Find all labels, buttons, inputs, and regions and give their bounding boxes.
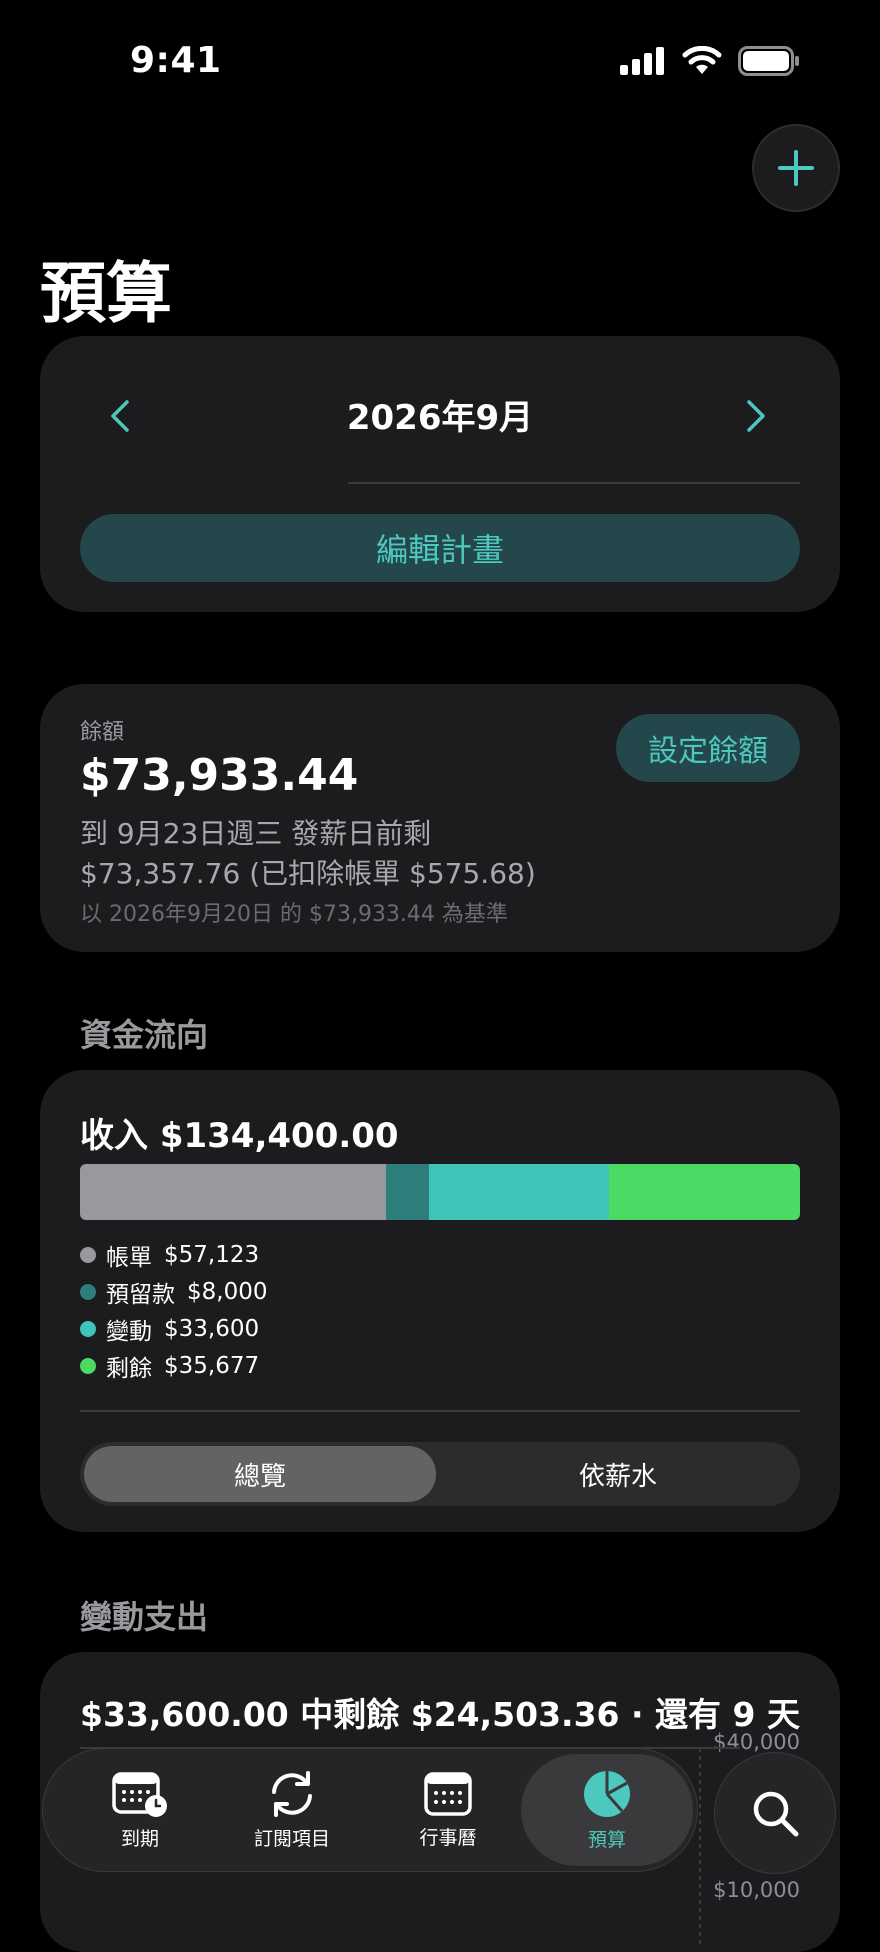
tab-due[interactable]: 到期 xyxy=(65,1749,215,1871)
battery-icon xyxy=(738,46,799,76)
set-balance-button[interactable]: 設定餘額 xyxy=(616,714,800,782)
add-button[interactable] xyxy=(752,124,840,212)
tab-label: 訂閱項目 xyxy=(253,1827,330,1850)
cash-flow-bar xyxy=(80,1164,800,1220)
legend-label: 變動 xyxy=(106,1318,152,1345)
segment-overview[interactable]: 總覽 xyxy=(84,1446,436,1502)
page-title: 預算 xyxy=(40,255,172,332)
pie-chart-icon xyxy=(584,1770,630,1817)
legend-value: $8,000 xyxy=(187,1278,268,1305)
bar-segment-bills xyxy=(80,1164,387,1220)
bar-segment-reserve xyxy=(386,1164,429,1220)
status-icons xyxy=(620,46,800,76)
plus-icon xyxy=(778,150,814,186)
tab-label: 行事曆 xyxy=(419,1826,477,1849)
legend-label: 帳單 xyxy=(106,1244,152,1271)
legend-dot xyxy=(80,1320,96,1337)
status-time: 9:41 xyxy=(130,40,222,81)
legend-item-remaining: 剩餘 $35,677 xyxy=(80,1347,267,1384)
tab-bar: 到期 訂閱項目 行事曆 預算 xyxy=(42,1748,698,1872)
legend-dot xyxy=(80,1357,96,1374)
month-label: 2026年9月 xyxy=(346,398,534,438)
month-divider xyxy=(348,482,800,484)
legend-value: $35,677 xyxy=(164,1352,260,1379)
search-icon xyxy=(753,1791,799,1837)
chevron-right-icon xyxy=(747,400,765,432)
balance-card: 餘額 $73,933.44 設定餘額 到 9月23日週三 發薪日前剩 $73,3… xyxy=(40,684,840,952)
wifi-icon xyxy=(682,46,722,74)
balance-amount: $73,933.44 xyxy=(80,750,359,801)
variable-spending-summary: $33,600.00 中剩餘 $24,503.36 · 還有 9 天 xyxy=(80,1695,800,1734)
balance-label: 餘額 xyxy=(80,720,125,745)
cellular-signal-icon xyxy=(620,47,664,75)
refresh-icon xyxy=(272,1770,312,1817)
bar-segment-variable xyxy=(428,1164,609,1220)
cash-flow-legend: 帳單 $57,123 預留款 $8,000 變動 $33,600 剩餘 $35,… xyxy=(80,1236,267,1384)
calendar-icon xyxy=(424,1771,472,1816)
tab-calendar[interactable]: 行事曆 xyxy=(373,1749,523,1871)
tab-subscriptions[interactable]: 訂閱項目 xyxy=(217,1749,367,1871)
legend-item-bills: 帳單 $57,123 xyxy=(80,1236,267,1273)
legend-value: $33,600 xyxy=(164,1315,260,1342)
legend-item-variable: 變動 $33,600 xyxy=(80,1310,267,1347)
income-label: 收入 $134,400.00 xyxy=(80,1116,399,1156)
edit-plan-button[interactable]: 編輯計畫 xyxy=(80,514,800,582)
legend-value: $57,123 xyxy=(164,1241,260,1268)
variable-spending-heading: 變動支出 xyxy=(80,1598,209,1636)
legend-item-reserve: 預留款 $8,000 xyxy=(80,1273,267,1310)
tab-label: 預算 xyxy=(587,1828,626,1851)
payday-remaining-text: 到 9月23日週三 發薪日前剩 xyxy=(80,817,432,850)
search-button[interactable] xyxy=(714,1752,836,1874)
segment-by-salary[interactable]: 依薪水 xyxy=(442,1446,794,1502)
bar-segment-remaining xyxy=(608,1164,800,1220)
tab-budget[interactable]: 預算 xyxy=(521,1754,693,1866)
view-segmented-control: 總覽 依薪水 xyxy=(80,1442,800,1506)
legend-label: 預留款 xyxy=(106,1281,175,1308)
tab-label: 到期 xyxy=(120,1827,159,1850)
cash-flow-card: 收入 $134,400.00 帳單 $57,123 預留款 $8,000 變動 … xyxy=(40,1070,840,1532)
next-month-button[interactable] xyxy=(736,392,776,440)
legend-dot xyxy=(80,1246,96,1263)
balance-basis-text: 以 2026年9月20日 的 $73,933.44 為基準 xyxy=(80,902,508,927)
cash-flow-divider xyxy=(80,1410,800,1412)
legend-label: 剩餘 xyxy=(106,1355,152,1382)
calendar-clock-icon xyxy=(112,1771,167,1817)
remaining-after-bills-text: $73,357.76 (已扣除帳單 $575.68) xyxy=(80,857,536,890)
cash-flow-heading: 資金流向 xyxy=(80,1016,209,1054)
month-selector-card: 2026年9月 編輯計畫 xyxy=(40,336,840,612)
legend-dot xyxy=(80,1283,96,1300)
